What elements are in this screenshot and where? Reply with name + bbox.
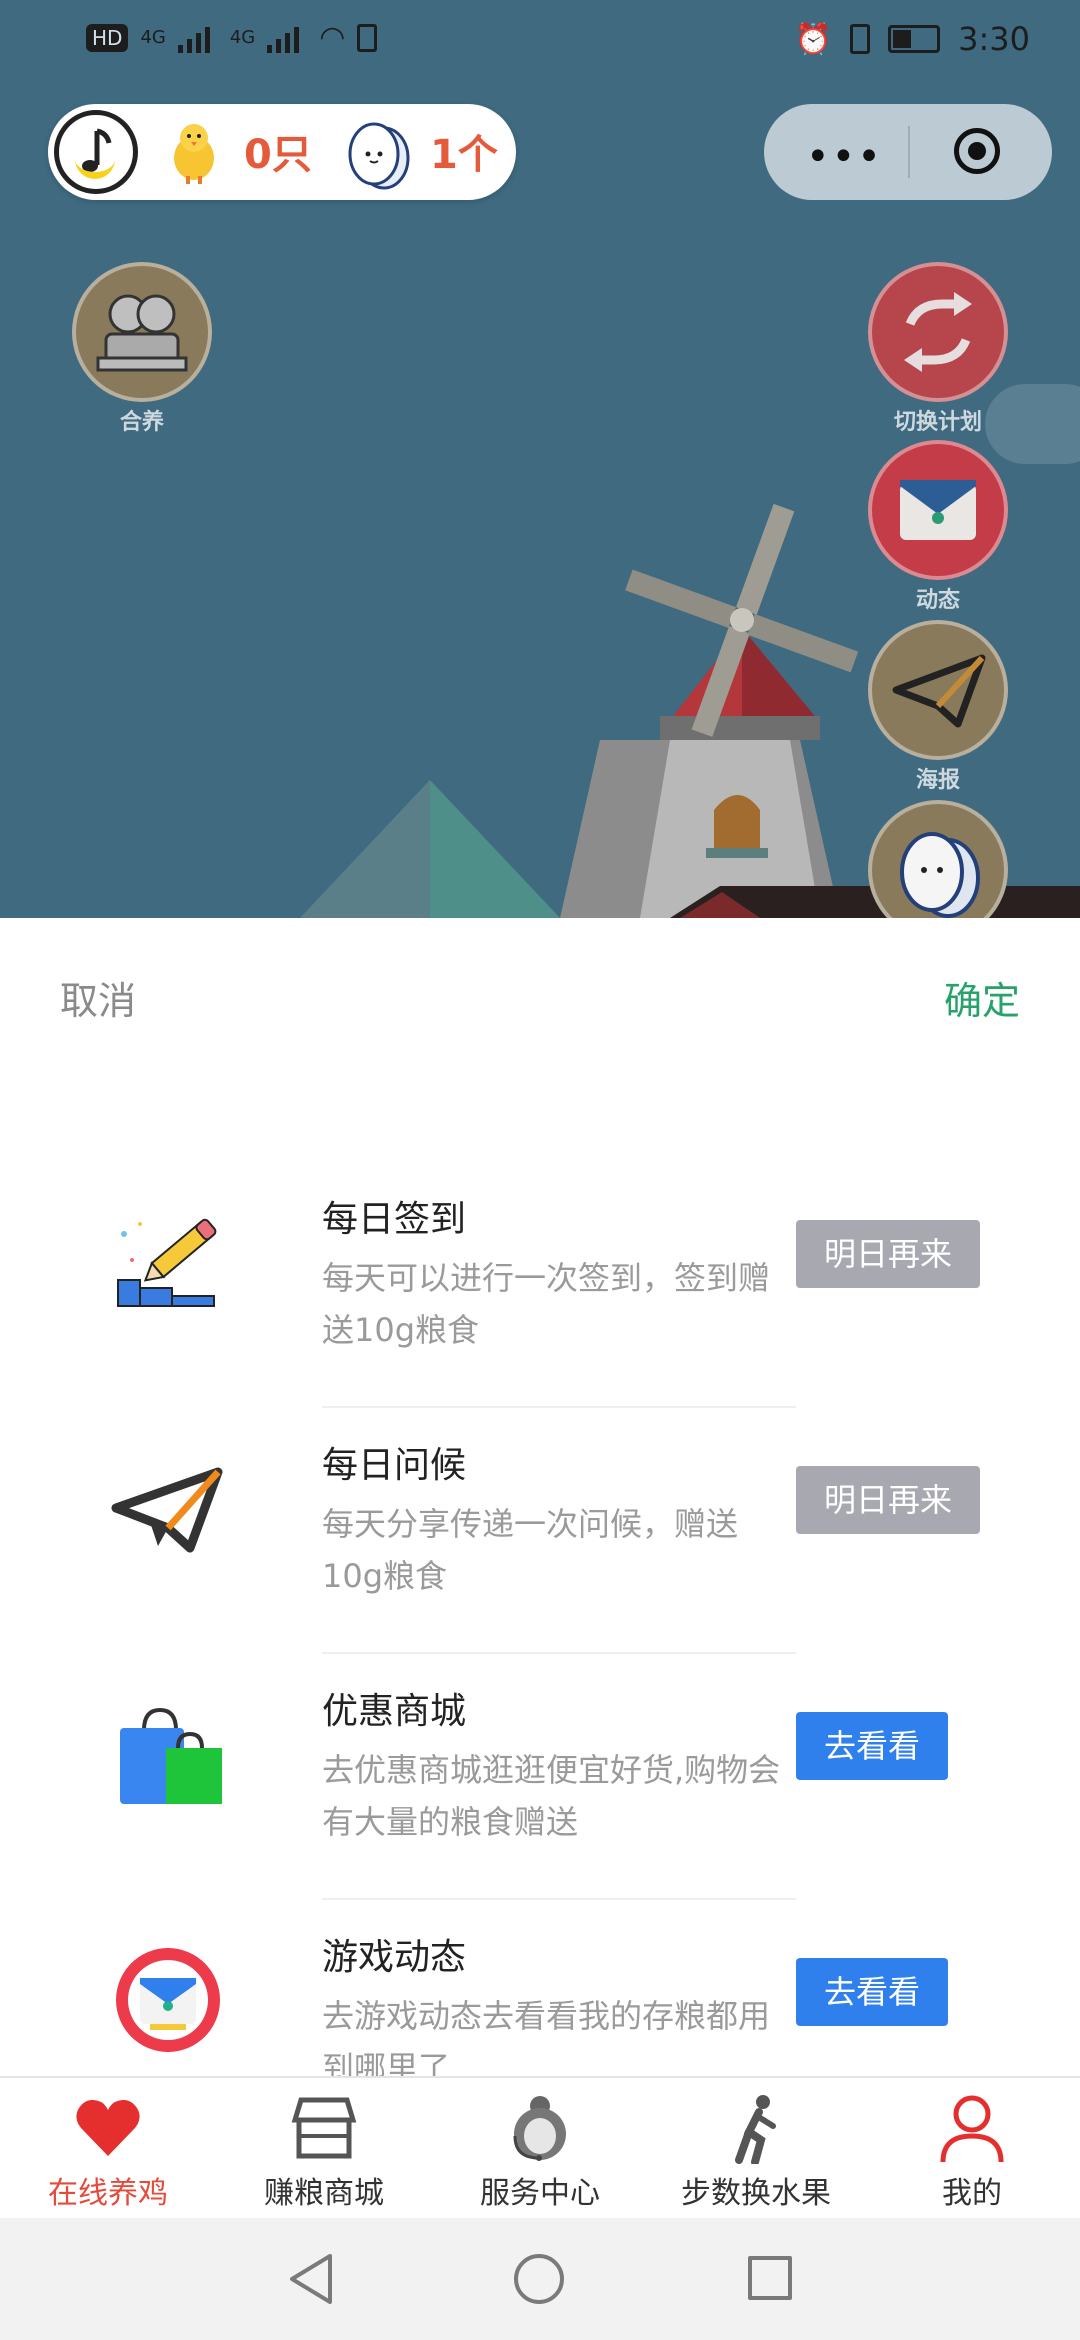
tab-online-raising[interactable]: 在线养鸡: [0, 2078, 216, 2220]
task-description: 去优惠商城逛逛便宜好货,购物会有大量的粮食赠送: [322, 1751, 781, 1841]
shopping-bag-icon: [120, 1707, 222, 1804]
co-raise-button[interactable]: 合养: [70, 262, 214, 436]
task-item-daily-signin: 每日签到 每天可以进行一次签到，签到赠送10g粮食 明日再来: [0, 1162, 1080, 1408]
home-icon[interactable]: [514, 2254, 564, 2304]
egg-count: 1个: [430, 132, 498, 178]
go-see-button[interactable]: 去看看: [796, 1958, 948, 2026]
co-raise-icon: [72, 262, 212, 402]
target-icon[interactable]: [954, 128, 1000, 174]
paper-plane-icon: [111, 1467, 223, 1553]
confirm-button[interactable]: 确定: [944, 970, 1020, 1025]
back-icon[interactable]: [286, 2252, 336, 2306]
come-back-tomorrow-button[interactable]: 明日再来: [796, 1466, 980, 1534]
egg-icon: [348, 122, 410, 190]
activity-label: 动态: [915, 588, 960, 613]
egg-collection-button[interactable]: [866, 800, 1010, 918]
more-dots-icon[interactable]: •••: [806, 134, 883, 180]
status-bar: HD 4G 4G ◠ ⏰ 3:30: [0, 0, 1080, 80]
chick-icon: [174, 124, 214, 184]
task-sheet: 取消 确定 每日签到 每天可以进行一次签到，签到赠送10g粮食 明日再来 每日问…: [0, 918, 1080, 2087]
task-item-discount-mall: 优惠商城 去优惠商城逛逛便宜好货,购物会有大量的粮食赠送 去看看: [0, 1654, 1080, 1900]
task-description: 每天分享传递一次问候，赠送10g粮食: [322, 1505, 739, 1595]
paper-plane-icon: [868, 620, 1008, 760]
switch-arrows-icon: [868, 262, 1008, 402]
game-scene: HD 4G 4G ◠ ⏰ 3:30 0只 1个 ••• 合养 切换计划 动态 海…: [0, 0, 1080, 918]
task-title: 优惠商城: [322, 1691, 467, 1732]
status-left: HD 4G 4G ◠: [86, 20, 378, 55]
tab-label: 步数换水果: [681, 2176, 831, 2211]
miniprogram-capsule: •••: [764, 104, 1052, 200]
tab-label: 我的: [942, 2176, 1002, 2211]
tab-label: 在线养鸡: [48, 2176, 168, 2211]
poster-label: 海报: [915, 768, 960, 793]
task-title: 游戏动态: [322, 1937, 467, 1978]
chick-count: 0只: [244, 132, 312, 178]
recent-apps-icon[interactable]: [748, 2256, 792, 2300]
task-item-daily-greeting: 每日问候 每天分享传递一次问候，赠送10g粮食 明日再来: [0, 1408, 1080, 1654]
tab-steps-for-fruit[interactable]: 步数换水果: [648, 2078, 864, 2220]
envelope-icon: [868, 440, 1008, 580]
task-description: 每天可以进行一次签到，签到赠送10g粮食: [322, 1259, 771, 1349]
music-icon[interactable]: [54, 110, 138, 194]
go-see-button[interactable]: 去看看: [796, 1712, 948, 1780]
pencil-signin-icon: [117, 1218, 217, 1307]
task-title: 每日问候: [322, 1445, 467, 1486]
come-back-tomorrow-button[interactable]: 明日再来: [796, 1220, 980, 1288]
signal-icon: [177, 23, 218, 53]
hd-badge: HD: [86, 23, 129, 52]
tab-label: 服务中心: [480, 2176, 600, 2211]
signal-label-1: 4G: [140, 27, 166, 48]
bottom-tab-bar: 在线养鸡 赚粮商城 服务中心 步数换水果 我的: [0, 2076, 1080, 2220]
clock-time: 3:30: [958, 20, 1030, 58]
battery-icon: [888, 25, 941, 53]
user-icon: [937, 2092, 1007, 2164]
vibrate-icon: [850, 24, 871, 54]
signal-icon-2: [267, 23, 307, 53]
capsule-divider: [908, 126, 910, 178]
tab-mine[interactable]: 我的: [864, 2078, 1080, 2220]
tab-grain-mall[interactable]: 赚粮商城: [216, 2078, 432, 2220]
signal-label-2: 4G: [229, 27, 256, 48]
task-title: 每日签到: [322, 1199, 467, 1240]
farm-stats-pill: 0只 1个: [48, 104, 516, 200]
switch-plan-label: 切换计划: [893, 410, 982, 435]
system-navigation-bar: [0, 2218, 1080, 2340]
heart-icon: [73, 2092, 143, 2164]
tab-service-center[interactable]: 服务中心: [432, 2078, 648, 2220]
activity-button[interactable]: 动态: [866, 440, 1010, 614]
walking-icon: [721, 2092, 791, 2166]
poster-button[interactable]: 海报: [866, 620, 1010, 794]
tab-label: 赚粮商城: [264, 2176, 384, 2211]
store-icon: [289, 2092, 359, 2164]
switch-plan-button[interactable]: 切换计划: [866, 262, 1010, 436]
customer-service-icon: [505, 2092, 575, 2164]
status-right: ⏰ 3:30: [795, 20, 1030, 58]
wifi-icon: ◠: [319, 20, 346, 55]
mail-badge-icon: [116, 1948, 220, 2052]
co-raise-label: 合养: [119, 410, 164, 435]
alarm-icon: ⏰: [794, 21, 833, 57]
upload-icon: [357, 23, 378, 52]
egg-pair-icon: [868, 800, 1008, 918]
cancel-button[interactable]: 取消: [60, 970, 136, 1025]
